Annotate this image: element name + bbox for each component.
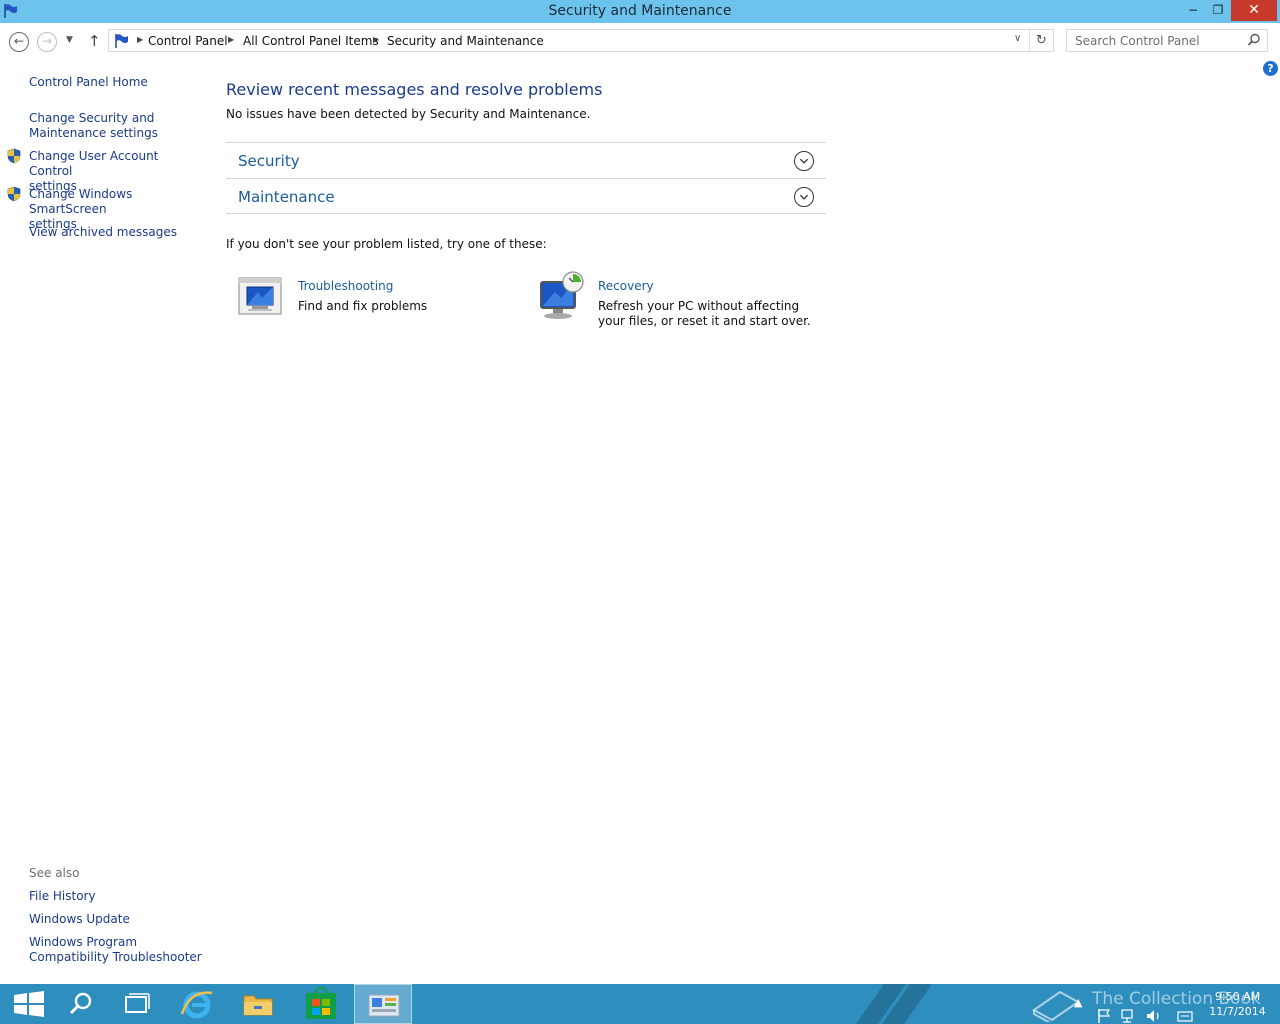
search-input[interactable] <box>1067 30 1237 51</box>
flag-icon <box>115 34 128 48</box>
chevron-down-icon[interactable] <box>794 151 814 171</box>
help-icon[interactable]: ? <box>1263 61 1278 76</box>
control-panel-icon <box>368 994 400 1017</box>
shield-icon <box>7 186 21 202</box>
shield-icon <box>7 148 21 164</box>
up-button[interactable]: ↑ <box>88 32 101 50</box>
task-view-button[interactable] <box>108 984 166 1024</box>
windows-logo-icon <box>14 991 44 1017</box>
network-icon[interactable] <box>1120 996 1138 1024</box>
control-panel-home-link[interactable]: Control Panel Home <box>29 75 204 90</box>
refresh-button[interactable]: ↻ <box>1029 30 1053 51</box>
show-hidden-icons-button[interactable]: ▲ <box>1074 996 1082 1024</box>
link-label: Change Windows SmartScreen <box>29 187 133 216</box>
recent-locations-button[interactable]: ▼ <box>66 35 73 45</box>
security-section-header[interactable]: Security <box>226 142 826 178</box>
clock-date: 11/7/2014 <box>1209 1005 1266 1018</box>
start-button[interactable] <box>0 984 58 1024</box>
section-label: Maintenance <box>238 188 335 206</box>
see-also-heading: See also <box>29 866 80 880</box>
task-view-icon <box>125 993 150 1013</box>
recovery-link[interactable]: Recovery <box>598 279 654 293</box>
link-label: Change Security and <box>29 111 155 125</box>
maintenance-section-header[interactable]: Maintenance <box>226 178 826 214</box>
system-clock[interactable]: 9:50 AM 11/7/2014 <box>1200 989 1275 1019</box>
search-icon[interactable] <box>1247 33 1261 47</box>
search-taskbar-button[interactable] <box>52 984 110 1024</box>
file-explorer-button[interactable] <box>229 984 287 1024</box>
link-label: Compatibility Troubleshooter <box>29 950 202 964</box>
taskbar: The Collection Book ▲ 9:50 AM 11/7/2014 <box>0 984 1280 1024</box>
internet-explorer-icon <box>180 991 213 1019</box>
search-box[interactable] <box>1066 29 1268 52</box>
forward-button[interactable]: → <box>37 32 57 52</box>
link-label: Change User Account Control <box>29 149 159 178</box>
volume-icon[interactable] <box>1145 996 1163 1024</box>
windows-update-link[interactable]: Windows Update <box>29 912 204 927</box>
breadcrumb-separator-icon[interactable]: ▶ <box>228 35 234 44</box>
window-title: Security and Maintenance <box>548 3 732 19</box>
breadcrumb-control-panel[interactable]: Control Panel <box>148 34 228 48</box>
suggestions-hint: If you don't see your problem listed, tr… <box>226 237 547 251</box>
recovery-description-line1: Refresh your PC without affecting <box>598 299 800 313</box>
keyboard-icon[interactable] <box>1176 996 1194 1024</box>
breadcrumb-separator-icon[interactable]: ▶ <box>137 35 143 44</box>
file-history-link[interactable]: File History <box>29 889 204 904</box>
link-label: Windows Program <box>29 935 138 949</box>
troubleshooting-description: Find and fix problems <box>298 299 428 313</box>
title-bar: Security and Maintenance − ❐ ✕ <box>0 0 1280 23</box>
section-label: Security <box>238 152 300 170</box>
compatibility-troubleshooter-link[interactable]: Windows Program Compatibility Troublesho… <box>29 935 204 965</box>
folder-icon <box>243 995 273 1016</box>
breadcrumb-all-items[interactable]: All Control Panel Items <box>243 34 379 48</box>
navigation-bar: ← → ▼ ↑ ▶ Control Panel ▶ All Control Pa… <box>0 23 1280 58</box>
page-title: Review recent messages and resolve probl… <box>226 80 603 99</box>
back-button[interactable]: ← <box>9 32 29 52</box>
link-label: Windows Update <box>29 912 130 926</box>
close-button[interactable]: ✕ <box>1231 0 1277 21</box>
view-archived-messages-link[interactable]: View archived messages <box>29 225 204 240</box>
troubleshooting-link[interactable]: Troubleshooting <box>298 279 393 293</box>
link-label: Maintenance settings <box>29 126 158 140</box>
control-panel-taskbar-button[interactable] <box>354 984 412 1024</box>
chevron-down-icon[interactable] <box>794 187 814 207</box>
clock-time: 9:50 AM <box>1214 990 1261 1003</box>
internet-explorer-button[interactable] <box>168 984 226 1024</box>
link-label: File History <box>29 889 96 903</box>
status-message: No issues have been detected by Security… <box>226 107 591 121</box>
recovery-icon[interactable] <box>537 270 589 320</box>
breadcrumb-separator-icon[interactable]: ▶ <box>373 35 379 44</box>
change-security-settings-link[interactable]: Change Security and Maintenance settings <box>29 111 204 141</box>
address-dropdown-icon[interactable]: ∨ <box>1014 33 1021 44</box>
search-icon <box>69 992 92 1015</box>
recovery-description-line2: your files, or reset it and start over. <box>598 314 811 328</box>
action-center-flag-icon[interactable] <box>1097 996 1111 1024</box>
breadcrumb-current[interactable]: Security and Maintenance <box>387 34 544 48</box>
restore-button[interactable]: ❐ <box>1205 0 1231 21</box>
minimize-button[interactable]: − <box>1180 0 1206 21</box>
link-label: Control Panel Home <box>29 75 148 89</box>
address-bar[interactable]: ▶ Control Panel ▶ All Control Panel Item… <box>108 29 1054 52</box>
link-label: View archived messages <box>29 225 177 239</box>
store-button[interactable] <box>292 984 350 1024</box>
store-icon <box>306 986 336 1019</box>
troubleshooting-icon[interactable] <box>236 274 284 318</box>
